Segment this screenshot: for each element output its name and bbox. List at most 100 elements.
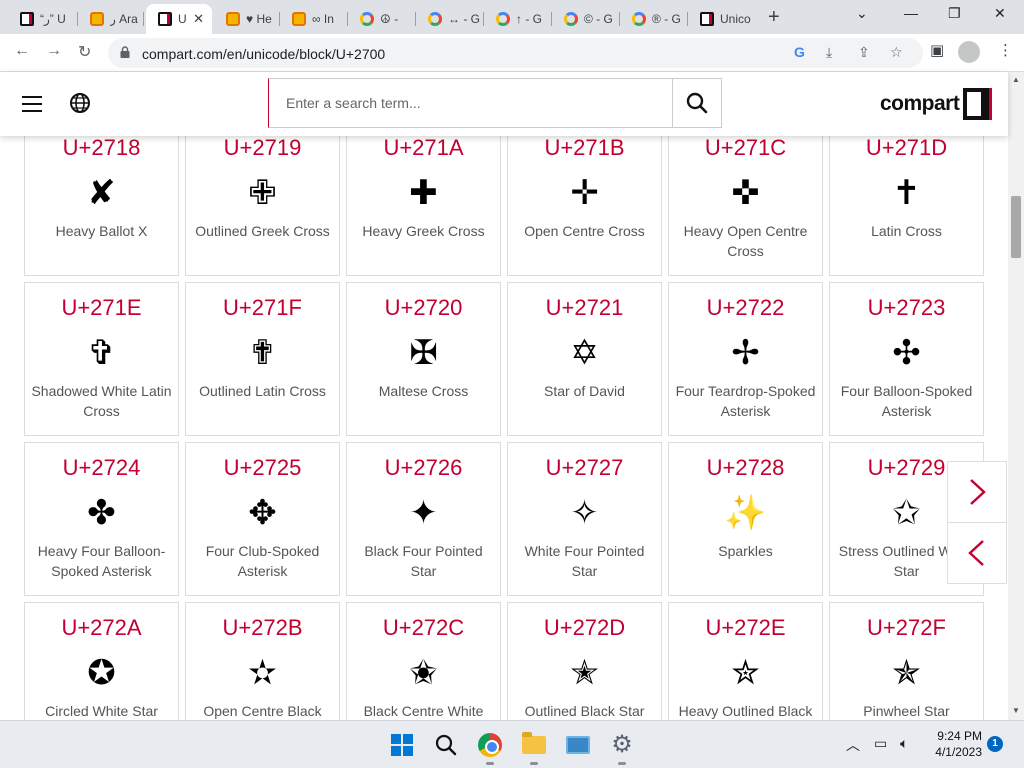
codepoint-label: U+2726 (384, 455, 463, 480)
character-card[interactable]: U+272C ✬ Black Centre White Star (346, 602, 501, 720)
character-card[interactable]: U+2725 ✥ Four Club-Spoked Asterisk (185, 442, 340, 596)
notification-badge[interactable]: 1 (987, 736, 1003, 752)
start-button[interactable] (388, 731, 416, 759)
back-arrow-icon[interactable]: ← (14, 42, 30, 60)
browser-tab[interactable]: “ﺭ” U (8, 4, 78, 34)
character-glyph: ✣ (892, 333, 921, 373)
browser-tab[interactable]: © - G (552, 4, 620, 34)
compart-favicon-icon (20, 12, 34, 26)
browser-tab[interactable]: ↑ - G (484, 4, 552, 34)
profile-avatar-icon[interactable] (958, 41, 980, 63)
taskbar-search-button[interactable] (432, 731, 460, 759)
character-name: Heavy Outlined Black Star (678, 703, 813, 719)
compart-logo[interactable]: compart (880, 88, 990, 120)
character-name: Outlined Latin Cross (199, 383, 326, 399)
character-card[interactable]: U+2724 ✤ Heavy Four Balloon-Spoked Aster… (24, 442, 179, 596)
google-favicon-icon (496, 12, 510, 26)
browser-tab[interactable]: ♥ He (214, 4, 280, 34)
clock-date: 4/1/2023 (935, 745, 982, 759)
orange-favicon-icon (292, 12, 306, 26)
network-icon[interactable]: ▭ (874, 735, 887, 752)
character-card[interactable]: U+271A ✚ Heavy Greek Cross (346, 136, 501, 276)
address-bar[interactable]: compart.com/en/unicode/block/U+2700 G ⤓ … (108, 38, 923, 68)
character-card[interactable]: U+272F ✯ Pinwheel Star (829, 602, 984, 720)
character-grid-area: U+2718 ✘ Heavy Ballot X U+2719 ✙ Outline… (0, 136, 1008, 720)
character-card[interactable]: U+271E ✞ Shadowed White Latin Cross (24, 282, 179, 436)
character-glyph: ✛ (570, 173, 599, 213)
browser-tab[interactable]: ☮ - (348, 4, 416, 34)
restore-icon[interactable]: ❐ (948, 5, 961, 22)
character-card[interactable]: U+2722 ✢ Four Teardrop-Spoked Asterisk (668, 282, 823, 436)
system-clock[interactable]: 9:24 PM 4/1/2023 (928, 728, 982, 760)
gear-icon: ⚙ (611, 731, 633, 758)
volume-icon[interactable]: 🔈︎ (900, 735, 908, 752)
side-panel-icon[interactable]: ▣ (930, 41, 944, 59)
google-lens-icon[interactable]: G (794, 44, 805, 60)
previous-block-button[interactable] (947, 522, 1007, 584)
new-tab-icon[interactable]: + (768, 6, 780, 29)
character-card[interactable]: U+2728 ✨ Sparkles (668, 442, 823, 596)
character-glyph: ✧ (570, 493, 599, 533)
scroll-down-icon[interactable]: ▼ (1012, 706, 1020, 715)
codepoint-label: U+271E (61, 295, 142, 320)
tab-search-chevron-icon[interactable]: ⌄ (856, 5, 868, 22)
codepoint-label: U+2723 (867, 295, 946, 320)
codepoint-label: U+272C (382, 615, 465, 640)
character-card[interactable]: U+271B ✛ Open Centre Cross (507, 136, 662, 276)
character-card[interactable]: U+2718 ✘ Heavy Ballot X (24, 136, 179, 276)
browser-tab[interactable]: Unico (688, 4, 758, 34)
codepoint-label: U+271C (704, 136, 787, 160)
browser-tab[interactable]: ﺭ Ara (78, 4, 144, 34)
browser-tab[interactable]: ↔ - G (416, 4, 484, 34)
character-card[interactable]: U+2719 ✙ Outlined Greek Cross (185, 136, 340, 276)
search-input[interactable] (270, 80, 672, 126)
minimize-icon[interactable]: — (904, 5, 918, 21)
browser-tab[interactable]: ® - G (620, 4, 688, 34)
browser-tab-active[interactable]: U ✕ (146, 4, 212, 34)
google-favicon-icon (360, 12, 374, 26)
character-card[interactable]: U+2726 ✦ Black Four Pointed Star (346, 442, 501, 596)
character-name: Star of David (544, 383, 625, 399)
taskbar-chrome[interactable] (476, 731, 504, 765)
forward-arrow-icon[interactable]: → (46, 42, 62, 60)
lock-icon[interactable] (120, 46, 130, 58)
next-block-button[interactable] (947, 461, 1007, 523)
character-card[interactable]: U+2727 ✧ White Four Pointed Star (507, 442, 662, 596)
browser-tab[interactable]: ∞ In (280, 4, 348, 34)
search-button[interactable] (672, 79, 721, 127)
character-card[interactable]: U+2721 ✡ Star of David (507, 282, 662, 436)
codepoint-label: U+2728 (706, 455, 785, 480)
bookmark-star-icon[interactable]: ☆ (890, 44, 903, 61)
reload-icon[interactable]: ↻ (78, 42, 91, 62)
character-name: Open Centre Black Star (203, 703, 322, 719)
character-glyph: ✪ (87, 653, 116, 693)
taskbar-file-explorer[interactable] (520, 731, 548, 765)
character-card[interactable]: U+271C ✜ Heavy Open Centre Cross (668, 136, 823, 276)
close-window-icon[interactable]: ✕ (994, 5, 1006, 22)
taskbar-control-panel[interactable] (564, 731, 592, 759)
globe-icon[interactable] (69, 92, 91, 114)
character-card[interactable]: U+272D ✭ Outlined Black Star (507, 602, 662, 720)
character-card[interactable]: U+271F ✟ Outlined Latin Cross (185, 282, 340, 436)
close-tab-icon[interactable]: ✕ (193, 11, 204, 27)
sparkles-glyph: ✨ (724, 493, 767, 533)
show-hidden-icons-chevron-icon[interactable]: ︿ (846, 735, 860, 755)
character-card[interactable]: U+272B ✫ Open Centre Black Star (185, 602, 340, 720)
scroll-thumb[interactable] (1011, 196, 1021, 258)
character-card[interactable]: U+2720 ✠ Maltese Cross (346, 282, 501, 436)
codepoint-label: U+2718 (62, 136, 141, 160)
character-card[interactable]: U+272A ✪ Circled White Star (24, 602, 179, 720)
codepoint-label: U+271A (383, 136, 464, 160)
character-card[interactable]: U+2723 ✣ Four Balloon-Spoked Asterisk (829, 282, 984, 436)
character-card[interactable]: U+272E ✮ Heavy Outlined Black Star (668, 602, 823, 720)
page-scrollbar[interactable]: ▲ ▼ (1008, 72, 1024, 720)
character-glyph: ✯ (892, 653, 921, 693)
share-icon[interactable]: ⇪ (858, 44, 870, 61)
scroll-up-icon[interactable]: ▲ (1012, 75, 1020, 84)
menu-hamburger-icon[interactable] (22, 96, 42, 112)
more-menu-icon[interactable]: ⋮ (998, 41, 1013, 59)
taskbar-settings[interactable]: ⚙ (608, 731, 636, 765)
character-card[interactable]: U+271D ✝ Latin Cross (829, 136, 984, 276)
character-glyph: ✜ (731, 173, 760, 213)
install-app-icon[interactable]: ⤓ (826, 44, 832, 61)
